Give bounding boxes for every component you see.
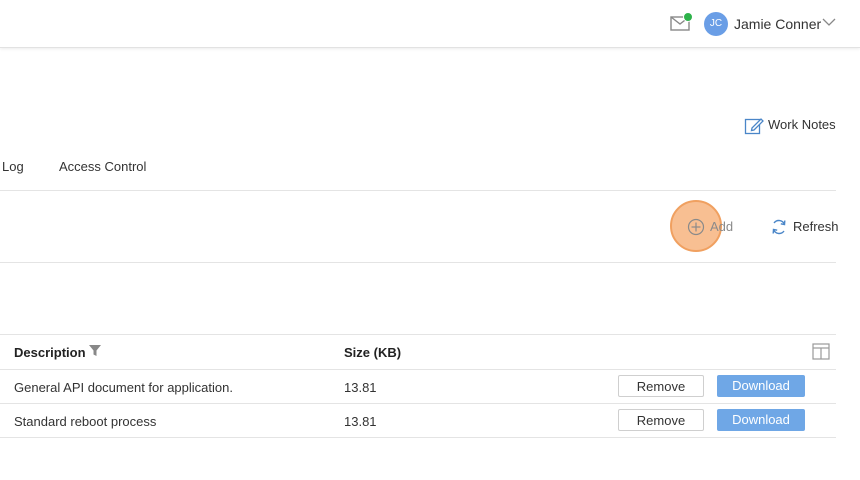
column-header-size[interactable]: Size (KB) [344,345,401,360]
download-button[interactable]: Download [717,375,805,397]
tabs-divider [0,190,836,191]
row-size: 13.81 [344,380,377,395]
toolbar-divider [0,262,836,263]
row-border [0,437,836,438]
edit-note-icon [744,118,764,135]
notification-dot [683,12,693,22]
remove-button[interactable]: Remove [618,375,704,397]
column-settings-icon[interactable] [812,343,830,360]
plus-circle-icon [687,218,705,236]
refresh-icon [772,219,786,235]
row-description: General API document for application. [14,380,233,395]
tab-access-control[interactable]: Access Control [59,159,146,174]
download-button[interactable]: Download [717,409,805,431]
tab-log[interactable]: Log [2,159,24,174]
table-top-border [0,334,836,335]
work-notes-label: Work Notes [768,117,836,132]
row-description: Standard reboot process [14,414,157,429]
filter-icon[interactable] [88,344,102,357]
avatar[interactable]: JC [704,12,728,36]
row-size: 13.81 [344,414,377,429]
column-header-description[interactable]: Description [14,345,86,360]
chevron-down-icon[interactable] [822,17,836,27]
refresh-label: Refresh [793,219,839,234]
row-border [0,403,836,404]
top-bar: JC Jamie Conner [0,0,860,48]
header-row-border [0,369,836,370]
remove-button[interactable]: Remove [618,409,704,431]
add-label: Add [710,219,734,234]
user-name[interactable]: Jamie Conner [734,16,821,32]
